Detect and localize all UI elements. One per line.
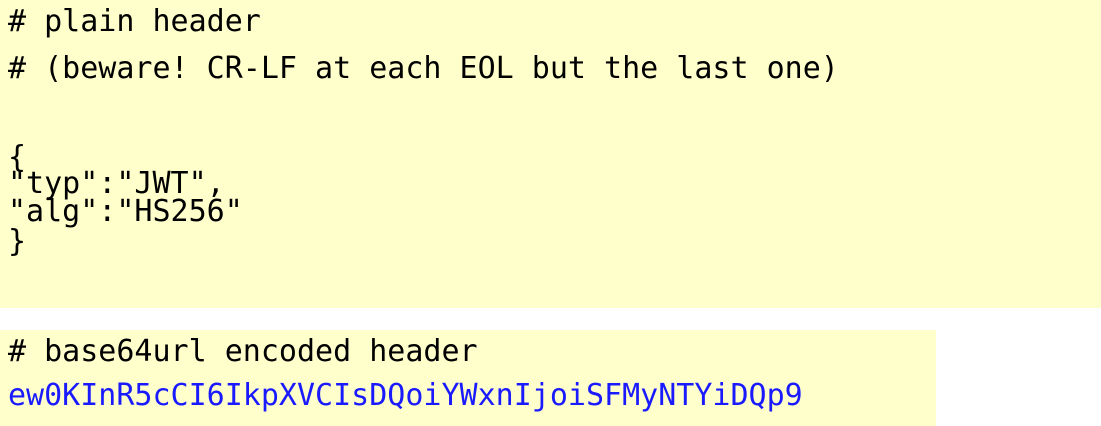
encoded-header-comment: # base64url encoded header xyxy=(8,334,478,369)
json-line-close-brace: } xyxy=(8,224,27,259)
plain-header-comment: # plain header xyxy=(8,4,261,39)
beware-comment: # (beware! CR-LF at each EOL but the las… xyxy=(8,51,839,86)
encoded-header-value: ew0KInR5cCI6IkpXVCIsDQoiYWxnIjoiSFMyNTYi… xyxy=(8,378,803,413)
json-line-alg: "alg":"HS256" xyxy=(8,194,243,229)
plain-header-block: # plain header # (beware! CR-LF at each … xyxy=(0,0,1101,308)
encoded-header-block: # base64url encoded header ew0KInR5cCI6I… xyxy=(0,330,936,426)
